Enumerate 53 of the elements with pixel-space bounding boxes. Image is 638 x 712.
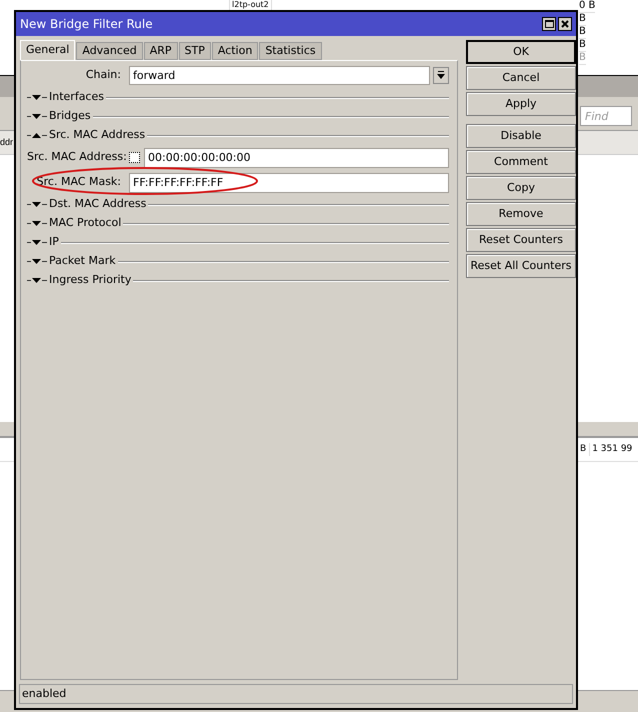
- expand-triangle-icon[interactable]: [27, 239, 47, 246]
- table-cell-text: 1 351 99: [591, 442, 632, 456]
- field-label: Src. MAC Address:: [27, 149, 125, 166]
- field-label: Chain:: [84, 67, 122, 84]
- section-header[interactable]: Dst. MAC Address: [47, 196, 148, 213]
- column-header: ddr: [0, 136, 14, 149]
- dialog-button[interactable]: Copy: [466, 176, 576, 200]
- dialog-button[interactable]: Comment: [466, 150, 576, 174]
- expand-triangle-icon[interactable]: [27, 277, 47, 284]
- expand-triangle-icon[interactable]: [27, 220, 47, 227]
- table-cell: 0 B: [579, 0, 596, 13]
- section-header[interactable]: Packet Mark: [47, 253, 118, 270]
- dropdown-button[interactable]: [433, 67, 449, 84]
- dialog-button[interactable]: Apply: [466, 92, 576, 116]
- tab[interactable]: STP: [178, 42, 211, 60]
- tab[interactable]: Action: [212, 42, 258, 60]
- maximize-button[interactable]: [542, 17, 556, 31]
- table-cell: B: [579, 26, 586, 39]
- collapse-triangle-icon[interactable]: [27, 132, 47, 139]
- negate-checkbox[interactable]: [129, 152, 140, 163]
- close-button[interactable]: [558, 17, 572, 31]
- find-field[interactable]: Find: [580, 106, 632, 126]
- tab[interactable]: Statistics: [259, 42, 322, 60]
- table-cell: B: [579, 52, 586, 65]
- dialog-button[interactable]: Cancel: [466, 66, 576, 90]
- text-field[interactable]: 00:00:00:00:00:00: [144, 148, 449, 168]
- dialog-button[interactable]: Remove: [466, 202, 576, 226]
- text-field[interactable]: FF:FF:FF:FF:FF:FF: [129, 172, 449, 192]
- dropdown-field[interactable]: forward: [129, 66, 430, 85]
- dialog-button[interactable]: Reset Counters: [466, 228, 576, 252]
- window-title: New Bridge Filter Rule: [20, 16, 154, 33]
- dialog-button[interactable]: Disable: [466, 124, 576, 148]
- dialog-button[interactable]: Reset All Counters: [466, 254, 576, 278]
- close-icon: [561, 20, 569, 28]
- expand-triangle-icon[interactable]: [27, 94, 47, 101]
- section-header[interactable]: Bridges: [47, 108, 93, 125]
- dropdown-arrow-icon: [437, 71, 445, 80]
- table-cell: B: [580, 442, 590, 456]
- table-cell: B: [579, 13, 586, 26]
- table-cell: B: [579, 39, 586, 52]
- section-header[interactable]: MAC Protocol: [47, 215, 124, 232]
- expand-triangle-icon[interactable]: [27, 201, 47, 208]
- section-header[interactable]: IP: [47, 234, 61, 251]
- expand-triangle-icon[interactable]: [27, 258, 47, 265]
- section-header[interactable]: Interfaces: [47, 89, 106, 106]
- dialog-button[interactable]: OK: [466, 40, 576, 64]
- tab[interactable]: ARP: [144, 42, 178, 60]
- tab[interactable]: General: [20, 40, 76, 60]
- section-header[interactable]: Src. MAC Address: [47, 127, 148, 144]
- tab[interactable]: Advanced: [76, 42, 143, 60]
- section-header[interactable]: Ingress Priority: [47, 272, 134, 289]
- status-text: enabled: [22, 686, 66, 702]
- expand-triangle-icon[interactable]: [27, 113, 47, 120]
